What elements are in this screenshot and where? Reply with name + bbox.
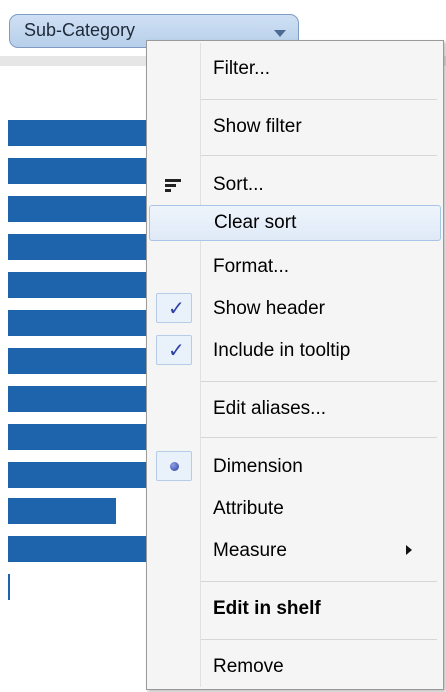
bar[interactable]	[8, 158, 148, 184]
menu-item-edit-in-shelf[interactable]: Edit in shelf	[149, 591, 441, 627]
menu-item-label: Measure	[213, 540, 287, 561]
menu-item-clear-sort[interactable]: Clear sort	[149, 205, 441, 241]
axis-tick	[8, 574, 10, 600]
menu-item-label: Edit aliases...	[213, 398, 326, 419]
bar[interactable]	[8, 348, 148, 374]
chevron-right-icon	[406, 545, 412, 555]
chevron-down-icon[interactable]	[274, 30, 286, 37]
menu-item-label: Filter...	[213, 58, 271, 79]
menu-item-show-header[interactable]: ✓ Show header	[149, 291, 441, 327]
bar[interactable]	[8, 536, 148, 562]
menu-separator	[201, 155, 437, 156]
pill-label: Sub-Category	[24, 20, 136, 40]
checkmark-box: ✓	[156, 293, 192, 323]
bar[interactable]	[8, 386, 148, 412]
menu-item-edit-aliases[interactable]: Edit aliases...	[149, 391, 441, 427]
checkmark-icon: ✓	[168, 296, 185, 320]
menu-separator	[201, 99, 437, 100]
menu-separator	[201, 639, 437, 640]
menu-item-measure[interactable]: Measure	[149, 533, 441, 569]
radio-box	[156, 451, 192, 481]
menu-item-attribute[interactable]: Attribute	[149, 491, 441, 527]
menu-item-label: Clear sort	[214, 212, 297, 233]
menu-item-remove[interactable]: Remove	[149, 649, 441, 685]
menu-item-show-filter[interactable]: Show filter	[149, 109, 441, 145]
context-menu: Filter... Show filter Sort... Clear sort…	[146, 40, 444, 690]
checkmark-icon: ✓	[168, 338, 185, 362]
menu-item-include-in-tooltip[interactable]: ✓ Include in tooltip	[149, 333, 441, 369]
bar[interactable]	[8, 196, 148, 222]
menu-item-label: Dimension	[213, 456, 303, 477]
menu-item-label: Attribute	[213, 498, 284, 519]
menu-separator	[201, 381, 437, 382]
bar[interactable]	[8, 462, 148, 488]
bar[interactable]	[8, 310, 148, 336]
bar[interactable]	[8, 120, 148, 146]
menu-item-label: Edit in shelf	[213, 598, 321, 619]
menu-item-label: Sort...	[213, 174, 264, 195]
menu-separator	[201, 437, 437, 438]
menu-item-label: Show header	[213, 298, 325, 319]
radio-selected-icon	[170, 462, 179, 471]
menu-item-filter[interactable]: Filter...	[149, 51, 441, 87]
menu-item-format[interactable]: Format...	[149, 249, 441, 285]
checkmark-box: ✓	[156, 335, 192, 365]
menu-item-dimension[interactable]: Dimension	[149, 449, 441, 485]
menu-item-label: Include in tooltip	[213, 340, 351, 361]
menu-item-sort[interactable]: Sort...	[149, 167, 441, 203]
menu-item-label: Show filter	[213, 116, 302, 137]
menu-separator	[201, 581, 437, 582]
menu-item-label: Format...	[213, 256, 290, 277]
bar[interactable]	[8, 234, 148, 260]
menu-item-label: Remove	[213, 656, 284, 677]
sort-icon	[165, 179, 183, 193]
bar[interactable]	[8, 272, 148, 298]
bar[interactable]	[8, 424, 148, 450]
bar[interactable]	[8, 498, 116, 524]
